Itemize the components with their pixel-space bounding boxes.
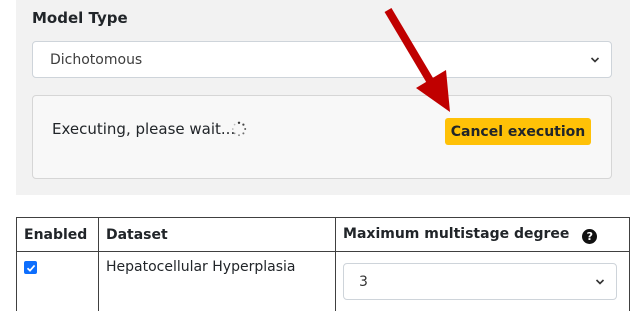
degree-cell: 3 [335,251,630,311]
model-settings-panel: Model Type Dichotomous Executing, please… [16,0,630,195]
enabled-checkbox[interactable] [24,261,37,274]
degree-header-cell: Maximum multistage degree ? [335,217,630,252]
dataset-header: Dataset [97,217,337,252]
cancel-execution-button[interactable]: Cancel execution [445,118,591,145]
model-type-value: Dichotomous [50,51,143,68]
checkmark-icon [26,264,35,272]
execution-status-card: Executing, please wait... Cancel executi… [32,95,612,179]
degree-value: 3 [359,273,368,290]
degree-header: Maximum multistage degree [343,225,570,242]
dataset-cell: Hepatocellular Hyperplasia [97,251,337,311]
multistage-degree-select[interactable]: 3 [343,263,618,300]
chevron-down-icon [590,56,600,63]
table-row: Hepatocellular Hyperplasia 3 [16,251,630,311]
chevron-down-icon [595,278,605,285]
model-type-label: Model Type [32,9,128,27]
help-circle-icon[interactable]: ? [582,228,598,244]
execution-status-text: Executing, please wait... [52,120,236,138]
enabled-cell [16,251,99,311]
red-arrow-annotation [384,7,450,112]
dataset-table: Enabled Dataset Maximum multistage degre… [16,217,630,311]
loading-spinner-icon [232,121,247,137]
enabled-header: Enabled [16,217,99,252]
model-type-select[interactable]: Dichotomous [32,41,612,78]
table-header-row: Enabled Dataset Maximum multistage degre… [16,217,630,252]
